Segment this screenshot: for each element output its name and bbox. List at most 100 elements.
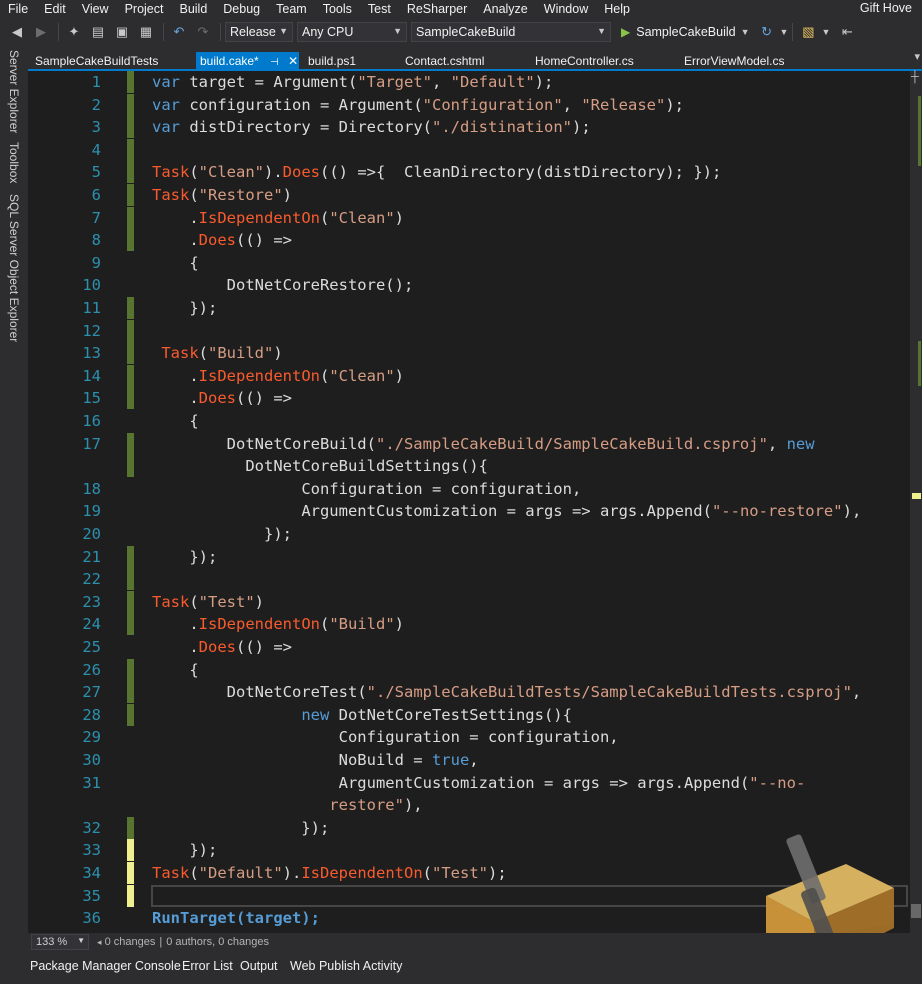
back-icon[interactable]: ◀ — [6, 21, 28, 43]
code-line[interactable]: 8 .Does(() => — [28, 229, 910, 252]
menu-test[interactable]: Test — [360, 2, 399, 16]
code-line[interactable]: 30 NoBuild = true, — [28, 749, 910, 771]
code-line[interactable]: 7 .IsDependentOn("Clean") — [28, 206, 910, 229]
line-number: 24 — [82, 615, 101, 634]
change-indicator — [127, 703, 134, 726]
doc-tab-contact-cshtml[interactable]: Contact.cshtml — [405, 52, 484, 70]
menu-view[interactable]: View — [74, 2, 117, 16]
changes-label: 0 changes — [104, 936, 156, 948]
menu-window[interactable]: Window — [536, 2, 596, 16]
browser-link-icon[interactable]: ▧ — [797, 21, 819, 43]
new-project-icon[interactable]: ✦ — [63, 21, 85, 43]
code-line[interactable]: 24 .IsDependentOn("Build") — [28, 613, 910, 636]
line-number: 9 — [91, 253, 101, 272]
code-line[interactable]: 11 }); — [28, 297, 910, 319]
line-number: 17 — [82, 434, 101, 453]
menu-resharper[interactable]: ReSharper — [399, 2, 475, 16]
document-tab-well: SampleCakeBuildTests build.cake* ⊣ ✕ bui… — [28, 46, 922, 70]
code-line[interactable]: 13 Task("Build") — [28, 342, 910, 365]
menu-build[interactable]: Build — [171, 2, 215, 16]
code-line[interactable]: 27 DotNetCoreTest("./SampleCakeBuildTest… — [28, 681, 910, 704]
left-tool-strip: Server Explorer Toolbox SQL Server Objec… — [0, 46, 28, 956]
doc-tab-label: HomeController.cs — [535, 54, 634, 68]
code-line[interactable]: 28 new DotNetCoreTestSettings(){ — [28, 703, 910, 726]
code-line[interactable]: 15 .Does(() => — [28, 387, 910, 410]
zoom-select[interactable]: 133 % ▼ — [31, 934, 89, 950]
code-line[interactable]: 17 DotNetCoreBuild("./SampleCakeBuild/Sa… — [28, 432, 910, 455]
start-debugging-button[interactable]: ▶ SampleCakeBuild ▼ — [621, 25, 750, 39]
doc-tab-homecontroller-cs[interactable]: HomeController.cs — [535, 52, 634, 70]
code-line[interactable]: 2 var configuration = Argument("Configura… — [28, 93, 910, 116]
doc-tab-samplecakebuildtests[interactable]: SampleCakeBuildTests — [35, 52, 158, 70]
menu-edit[interactable]: Edit — [36, 2, 74, 16]
doc-tab-errorviewmodel-cs[interactable]: ErrorViewModel.cs — [684, 52, 784, 70]
code-line[interactable]: 25 .Does(() => — [28, 636, 910, 658]
status-separator: | — [159, 936, 163, 948]
code-line[interactable]: 16 { — [28, 410, 910, 432]
doc-tab-build-ps1[interactable]: build.ps1 — [308, 52, 356, 70]
code-line[interactable]: 14 .IsDependentOn("Clean") — [28, 364, 910, 387]
toolbar-separator — [220, 22, 221, 41]
tab-error-list[interactable]: Error List — [182, 959, 233, 973]
chevron-down-icon[interactable]: ▼ — [780, 27, 789, 37]
pin-icon[interactable]: ⊣ — [270, 57, 279, 68]
solution-platform-select[interactable]: Any CPU ▼ — [297, 21, 407, 42]
chevron-down-icon[interactable]: ▼ — [821, 27, 830, 37]
side-tab-toolbox[interactable]: Toolbox — [7, 142, 21, 183]
code-line[interactable]: 22 — [28, 568, 910, 591]
forward-icon[interactable]: ▶ — [30, 21, 52, 43]
save-all-icon[interactable]: ▦ — [135, 21, 157, 43]
code-line[interactable]: 5 Task("Clean").Does(() =>{ CleanDirector… — [28, 161, 910, 184]
menu-team[interactable]: Team — [268, 2, 315, 16]
code-text: DotNetCoreTest("./SampleCakeBuildTests/S… — [226, 683, 862, 702]
open-file-icon[interactable]: ▤ — [87, 21, 109, 43]
code-editor[interactable]: 1 var target = Argument("Target", "Defaul… — [28, 71, 910, 933]
side-tab-sql-server-object-explorer[interactable]: SQL Server Object Explorer — [7, 194, 21, 342]
vertical-scrollbar[interactable]: ┼ — [910, 71, 922, 933]
menu-help[interactable]: Help — [596, 2, 638, 16]
code-line[interactable]: 3 var distDirectory = Directory("./distin… — [28, 116, 910, 139]
codelens-changes[interactable]: ◂ 0 changes — [97, 936, 155, 948]
scrollbar-thumb[interactable] — [911, 904, 921, 918]
change-indicator — [127, 342, 134, 365]
code-line[interactable]: 20 }); — [28, 523, 910, 545]
code-line[interactable]: 19 ArgumentCustomization = args => args.… — [28, 500, 910, 522]
publish-icon[interactable]: ⇤ — [836, 21, 858, 43]
close-icon[interactable]: ✕ — [288, 54, 298, 68]
side-tab-server-explorer[interactable]: Server Explorer — [7, 50, 21, 133]
menu-debug[interactable]: Debug — [215, 2, 268, 16]
code-line[interactable]: 23 Task("Test") — [28, 590, 910, 613]
user-account[interactable]: Gift Hove — [860, 0, 912, 17]
code-line[interactable]: 21 }); — [28, 545, 910, 568]
doc-tab-build-cake[interactable]: build.cake* ⊣ ✕ — [196, 52, 299, 70]
code-line[interactable]: 4 — [28, 138, 910, 161]
code-line[interactable]: 18 Configuration = configuration, — [28, 478, 910, 500]
tab-package-manager-console[interactable]: Package Manager Console — [30, 959, 181, 973]
solution-configuration-value: Release — [230, 24, 276, 39]
undo-icon[interactable]: ↶ — [168, 21, 190, 43]
code-line[interactable]: 31 ArgumentCustomization = args => args.… — [28, 772, 910, 794]
code-line[interactable]: restore"), — [28, 794, 910, 816]
tab-web-publish-activity[interactable]: Web Publish Activity — [290, 959, 402, 973]
menu-project[interactable]: Project — [117, 2, 172, 16]
code-line[interactable]: 29 Configuration = configuration, — [28, 726, 910, 748]
codelens-authors[interactable]: 0 authors, 0 changes — [166, 936, 269, 948]
save-icon[interactable]: ▣ — [111, 21, 133, 43]
code-line[interactable]: DotNetCoreBuildSettings(){ — [28, 455, 910, 478]
code-line[interactable]: 10 DotNetCoreRestore(); — [28, 274, 910, 296]
code-line[interactable]: 26 { — [28, 658, 910, 681]
code-line[interactable]: 9 { — [28, 252, 910, 274]
solution-configuration-select[interactable]: Release ▼ — [225, 21, 293, 42]
code-line[interactable]: 6 Task("Restore") — [28, 184, 910, 206]
refresh-icon[interactable]: ↻ — [756, 21, 778, 43]
menu-analyze[interactable]: Analyze — [475, 2, 535, 16]
menu-tools[interactable]: Tools — [315, 2, 360, 16]
tab-output[interactable]: Output — [240, 959, 278, 973]
expand-icon[interactable]: ┼ — [911, 71, 919, 83]
menu-file[interactable]: File — [0, 2, 36, 16]
code-line[interactable]: 1 var target = Argument("Target", "Defaul… — [28, 71, 910, 93]
redo-icon[interactable]: ↷ — [192, 21, 214, 43]
tab-overflow-icon[interactable]: ▾ — [914, 50, 920, 63]
startup-project-select[interactable]: SampleCakeBuild ▼ — [411, 21, 611, 42]
code-line[interactable]: 12 — [28, 319, 910, 342]
